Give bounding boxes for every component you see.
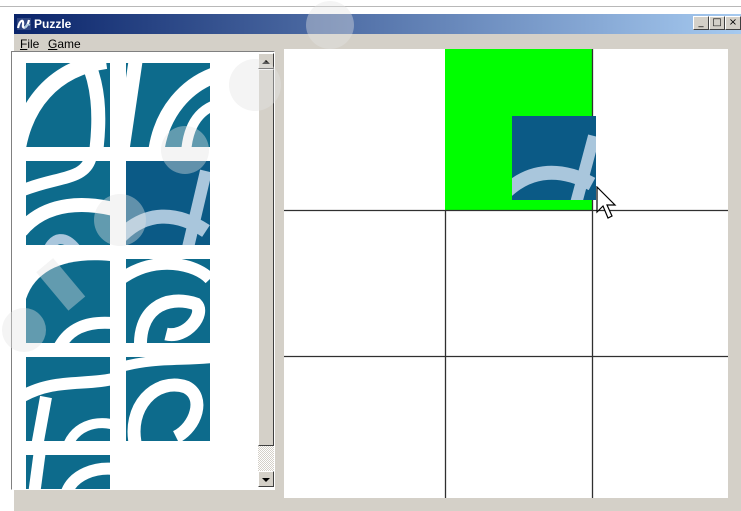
maximize-button[interactable]: □	[709, 16, 725, 30]
top-divider	[0, 6, 741, 7]
puzzle-piece[interactable]	[26, 161, 110, 245]
puzzle-piece[interactable]	[126, 259, 210, 343]
puzzle-board[interactable]	[284, 49, 728, 498]
board-grid-lines	[284, 49, 728, 498]
scroll-up-button[interactable]	[258, 53, 274, 69]
puzzle-app-icon	[16, 18, 31, 30]
puzzle-piece[interactable]	[26, 357, 110, 441]
dragged-piece[interactable]	[512, 116, 596, 200]
window-title: Puzzle	[34, 17, 72, 31]
puzzle-piece[interactable]	[126, 161, 210, 245]
menu-file[interactable]: File	[20, 37, 39, 51]
puzzle-piece[interactable]	[26, 259, 110, 343]
menu-file-rest: ile	[27, 37, 40, 51]
down-arrow-icon	[262, 478, 270, 482]
mouse-pointer-icon	[596, 186, 617, 219]
piece-tray[interactable]	[11, 51, 275, 490]
menu-game-rest: ame	[57, 37, 81, 51]
puzzle-piece[interactable]	[26, 455, 110, 490]
scroll-down-button[interactable]	[258, 471, 274, 487]
puzzle-piece[interactable]	[126, 63, 210, 147]
minimize-button[interactable]: _	[693, 16, 709, 30]
puzzle-piece[interactable]	[26, 63, 110, 147]
menu-game-accel: G	[48, 37, 58, 51]
up-arrow-icon	[262, 60, 270, 64]
top-strip	[0, 0, 741, 13]
tray-scrollbar[interactable]	[258, 53, 274, 487]
scroll-thumb[interactable]	[258, 69, 274, 446]
menu-game[interactable]: Game	[48, 37, 81, 51]
puzzle-piece[interactable]	[126, 357, 210, 441]
close-button[interactable]: ×	[725, 16, 741, 30]
title-bar: Puzzle _ □ ×	[14, 14, 741, 34]
